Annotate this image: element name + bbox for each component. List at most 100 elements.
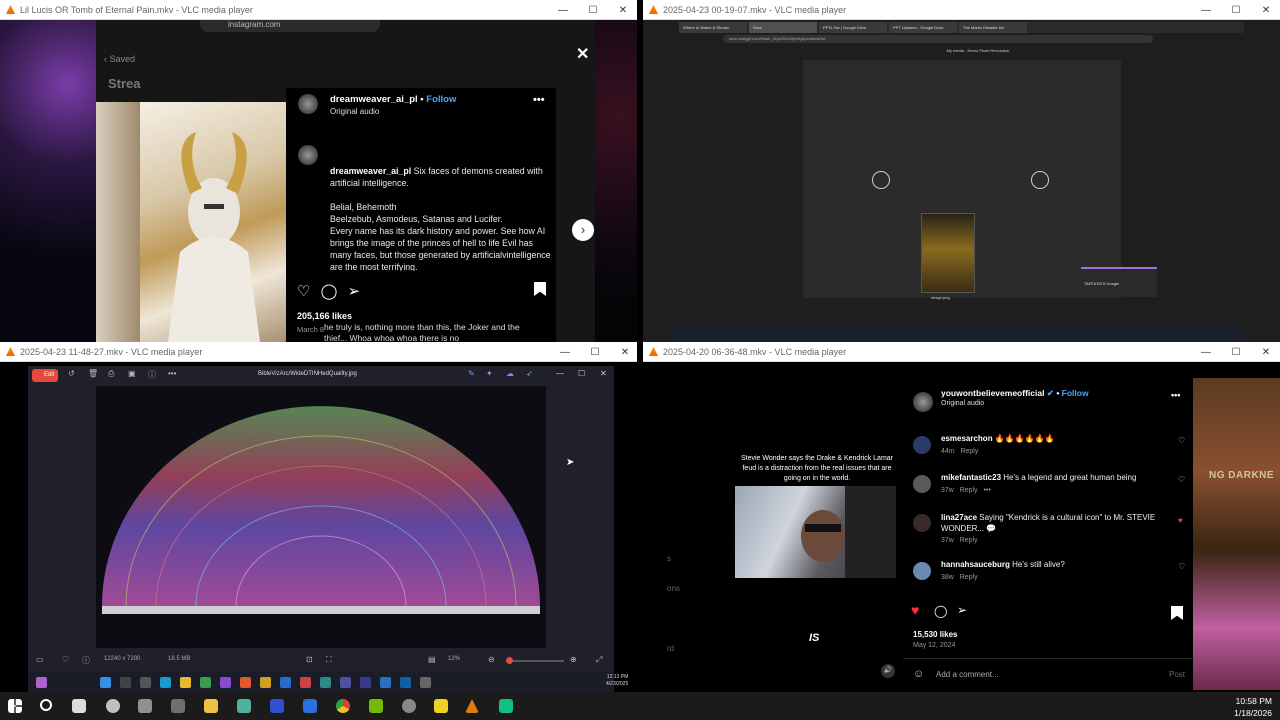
comment-icon[interactable]: ◯: [321, 283, 338, 300]
reply-button[interactable]: Reply: [960, 487, 978, 494]
likes-count[interactable]: 205,166 likes: [297, 311, 352, 321]
title-bar[interactable]: 2025-04-23 00-19-07.mkv - VLC media play…: [643, 0, 1280, 20]
app-icon[interactable]: [320, 677, 331, 688]
zoom-in-icon[interactable]: ⊕: [570, 655, 577, 664]
chrome-icon[interactable]: [200, 677, 211, 688]
zoom-out-icon[interactable]: ⊖: [488, 655, 495, 664]
poster-thumbnail[interactable]: [921, 213, 975, 293]
comment-username[interactable]: lina27ace: [941, 513, 977, 522]
app-icon[interactable]: [360, 677, 371, 688]
app-icon[interactable]: [402, 699, 416, 713]
cloud-icon[interactable]: ☁: [506, 369, 514, 378]
print-icon[interactable]: ⎙: [108, 369, 114, 379]
title-bar[interactable]: 2025-04-23 11-48-27.mkv - VLC media play…: [0, 342, 637, 362]
sticky-notes-icon[interactable]: [434, 699, 448, 713]
browser-address-bar[interactable]: sora.chatgpt.com/t/task_01js22l2xdfj4v9y…: [723, 35, 1153, 43]
favorite-icon[interactable]: ♡: [62, 655, 69, 664]
zoom-level[interactable]: 12%: [448, 656, 460, 662]
caption-username[interactable]: dreamweaver_ai_pl: [330, 166, 411, 176]
app-icon[interactable]: [138, 699, 152, 713]
saved-link[interactable]: ‹ Saved: [104, 54, 135, 64]
close-button[interactable]: ✕: [1251, 0, 1280, 20]
maximize-button[interactable]: ☐: [578, 369, 585, 378]
minimize-button[interactable]: —: [550, 342, 580, 362]
slideshow-icon[interactable]: ▣: [128, 369, 136, 378]
comment-liked-heart-icon[interactable]: ♥: [1178, 516, 1183, 525]
chrome-icon[interactable]: [336, 699, 350, 713]
app-icon[interactable]: [420, 677, 431, 688]
taskview-icon[interactable]: [72, 699, 86, 713]
caption-avatar[interactable]: [298, 145, 318, 165]
title-bar[interactable]: Lil Lucis OR Tomb of Eternal Pain.mkv - …: [0, 0, 637, 20]
app-icon[interactable]: [220, 677, 231, 688]
close-button[interactable]: ✕: [610, 342, 637, 362]
nvidia-icon[interactable]: [369, 699, 383, 713]
expand-icon[interactable]: ⛶: [326, 655, 332, 665]
share-icon[interactable]: ➶: [526, 369, 533, 378]
audio-label[interactable]: Original audio: [330, 107, 379, 116]
windows-start-icon[interactable]: [8, 699, 22, 713]
bookmark-icon[interactable]: [1171, 606, 1183, 620]
heart-icon[interactable]: ♡: [297, 283, 310, 300]
app-icon[interactable]: [300, 677, 311, 688]
app-icon[interactable]: [260, 677, 271, 688]
app-icon[interactable]: [36, 677, 47, 688]
video-frame[interactable]: Edit ↺ 🗑 ⎙ ▣ ⓘ ••• BibleVizArc/WideDTINH…: [0, 362, 637, 692]
more-options-icon[interactable]: •••: [533, 94, 545, 106]
comment-options-icon[interactable]: •••: [983, 487, 990, 494]
delete-icon[interactable]: 🗑: [88, 369, 98, 378]
follow-button[interactable]: Follow: [1062, 388, 1089, 398]
author-username[interactable]: dreamweaver_ai_pl: [330, 94, 418, 105]
comment-icon[interactable]: ◯: [934, 604, 947, 618]
close-button[interactable]: ✕: [1251, 342, 1280, 362]
edge-icon[interactable]: [160, 677, 171, 688]
liked-heart-icon[interactable]: ♥: [911, 602, 919, 618]
fullscreen-icon[interactable]: ⤢: [596, 655, 602, 665]
share-icon[interactable]: ➢: [957, 603, 967, 617]
browser-tab[interactable]: The Marks Disaster list: [959, 22, 1027, 33]
vlc-window-2[interactable]: 2025-04-23 00-19-07.mkv - VLC media play…: [643, 0, 1280, 342]
zoom-slider[interactable]: [508, 660, 564, 662]
browser-tab[interactable]: PPT Updates - Google Docs: [889, 22, 957, 33]
vlc-window-3[interactable]: 2025-04-23 11-48-27.mkv - VLC media play…: [0, 342, 637, 692]
file-explorer-icon[interactable]: [204, 699, 218, 713]
mute-icon[interactable]: 🔊: [881, 664, 895, 678]
info-icon[interactable]: ⓘ: [148, 369, 156, 380]
video-frame[interactable]: Where to Watch & Stream Sora PPTs.Tax | …: [643, 20, 1280, 342]
comment-username[interactable]: hannahsauceburg: [941, 560, 1010, 569]
address-bar[interactable]: instagram.com: [200, 20, 380, 32]
close-modal-icon[interactable]: ✕: [576, 44, 589, 64]
app-icon[interactable]: [280, 677, 291, 688]
crop-icon[interactable]: ⊡: [306, 655, 313, 664]
app-icon[interactable]: [400, 677, 411, 688]
next-post-chevron-icon[interactable]: ›: [572, 219, 594, 241]
title-bar[interactable]: 2025-04-20 06-36-48.mkv - VLC media play…: [643, 342, 1280, 362]
comment-like-icon[interactable]: ♡: [1178, 475, 1185, 484]
browser-tab[interactable]: PPTs.Tax | Google Drive: [819, 22, 887, 33]
comment-avatar[interactable]: [913, 514, 931, 532]
app-icon[interactable]: [171, 699, 185, 713]
search-icon[interactable]: [120, 677, 131, 688]
app-icon[interactable]: [380, 677, 391, 688]
app-icon[interactable]: [340, 677, 351, 688]
maximize-button[interactable]: ☐: [1221, 0, 1251, 20]
maximize-button[interactable]: ☐: [1221, 342, 1251, 362]
reel-video-frame[interactable]: [735, 486, 896, 578]
comment-avatar[interactable]: [913, 562, 931, 580]
minimize-button[interactable]: —: [1191, 342, 1221, 362]
search-icon[interactable]: [40, 699, 52, 711]
follow-button[interactable]: Follow: [426, 94, 456, 105]
app-icon[interactable]: [499, 699, 513, 713]
taskview-icon[interactable]: [140, 677, 151, 688]
add-comment-input[interactable]: Add a comment...: [936, 670, 999, 679]
maximize-button[interactable]: ☐: [578, 0, 608, 20]
comment-like-icon[interactable]: ♡: [1178, 436, 1185, 445]
fit-icon[interactable]: ▤: [428, 655, 436, 664]
comment-like-icon[interactable]: ♡: [1178, 562, 1185, 571]
likes-count[interactable]: 15,530 likes: [913, 630, 957, 639]
vlc-window-1[interactable]: Lil Lucis OR Tomb of Eternal Pain.mkv - …: [0, 0, 637, 342]
explorer-icon[interactable]: [180, 677, 191, 688]
windows-start-icon[interactable]: [100, 677, 111, 688]
author-username[interactable]: youwontbelievemeofficial: [941, 388, 1044, 398]
vlc-window-4[interactable]: 2025-04-20 06-36-48.mkv - VLC media play…: [643, 342, 1280, 692]
